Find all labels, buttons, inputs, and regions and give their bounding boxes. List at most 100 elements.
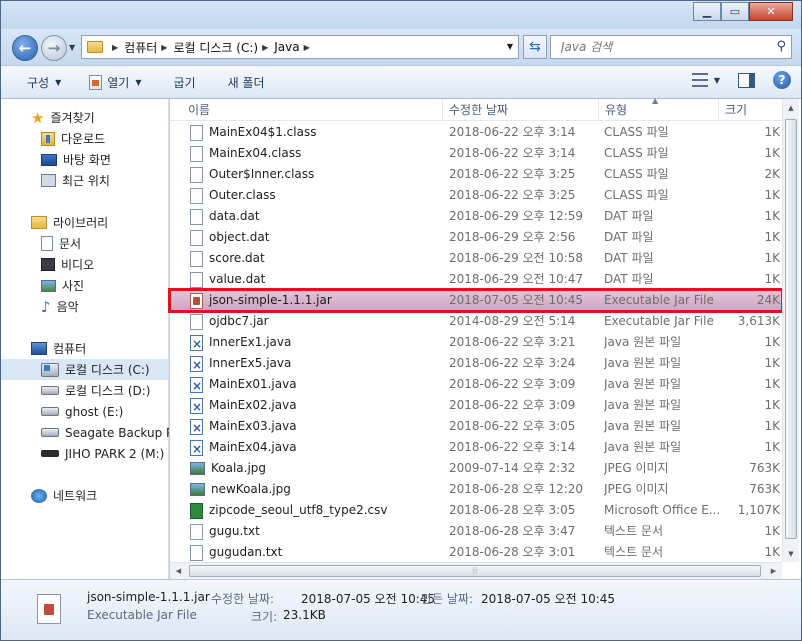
file-name-cell[interactable]: MainEx02.java xyxy=(190,395,438,416)
address-bar[interactable]: ▶ 컴퓨터 ▶ 로컬 디스크 (C:) ▶ Java ▶ ▼ xyxy=(81,35,519,59)
vertical-scrollbar[interactable]: ▲ ▼ xyxy=(782,99,799,562)
file-name-cell[interactable]: zipcode_seoul_utf8_type2.csv xyxy=(190,500,438,521)
burn-button[interactable]: 굽기 xyxy=(166,70,204,94)
nav-recent[interactable]: 최근 위치 xyxy=(1,170,169,191)
table-row[interactable]: MainEx04$1.class 2018-06-22 오후 3:14 CLASS … xyxy=(170,122,782,143)
horizontal-scrollbar[interactable]: ◀ ⦙⦙⦙ ▶ xyxy=(170,562,782,579)
view-dropdown[interactable]: ▼ xyxy=(714,76,720,85)
table-row[interactable]: score.dat 2018-06-29 오전 10:58 DAT 파일 1K xyxy=(170,248,782,269)
file-name-cell[interactable]: data.dat xyxy=(190,206,438,227)
table-row[interactable]: MainEx02.java 2018-06-22 오후 3:09 Java 원본 파… xyxy=(170,395,782,416)
file-name-cell[interactable]: ojdbc7.jar xyxy=(190,311,438,332)
table-row[interactable]: gugudan.txt 2018-06-28 오후 3:01 텍스트 문서 1K xyxy=(170,542,782,563)
file-name-cell[interactable]: InnerEx5.java xyxy=(190,353,438,374)
minimize-button[interactable]: ▁ xyxy=(693,2,721,21)
table-row[interactable]: zipcode_seoul_utf8_type2.csv 2018-06-28 오… xyxy=(170,500,782,521)
table-row[interactable]: value.dat 2018-06-29 오전 10:47 DAT 파일 1K xyxy=(170,269,782,290)
table-row[interactable]: MainEx01.java 2018-06-22 오후 3:09 Java 원본 파… xyxy=(170,374,782,395)
chevron-right-icon[interactable]: ▶ xyxy=(112,43,118,52)
maximize-button[interactable]: ▭ xyxy=(721,2,749,21)
organize-button[interactable]: 구성 ▼ xyxy=(19,70,69,94)
nav-favorites[interactable]: ★ 즐겨찾기 xyxy=(1,107,169,128)
column-header-size[interactable]: 크기 xyxy=(719,99,782,121)
table-row[interactable]: Outer$Inner.class 2018-06-22 오후 3:25 CLASS… xyxy=(170,164,782,185)
table-row[interactable]: ojdbc7.jar 2014-08-29 오전 5:14 Executable J… xyxy=(170,311,782,332)
file-name: score.dat xyxy=(209,251,265,265)
table-row[interactable]: InnerEx5.java 2018-06-22 오후 3:24 Java 원본 파… xyxy=(170,353,782,374)
chevron-right-icon[interactable]: ▶ xyxy=(304,43,310,52)
scroll-up-icon[interactable]: ▲ xyxy=(783,99,799,116)
breadcrumb-drive-c[interactable]: 로컬 디스크 (C:) ▶ xyxy=(173,39,274,56)
nav-drive-m[interactable]: JIHO PARK 2 (M:) xyxy=(1,443,169,464)
file-size: 1K xyxy=(764,377,780,391)
file-name-cell[interactable]: MainEx04.class xyxy=(190,143,438,164)
refresh-button[interactable]: ⇆ xyxy=(523,35,547,59)
file-name-cell[interactable]: MainEx04.java xyxy=(190,437,438,458)
file-name-cell[interactable]: gugu.txt xyxy=(190,521,438,542)
recent-pages-dropdown[interactable]: ▼ xyxy=(69,43,75,52)
hscroll-thumb[interactable]: ⦙⦙⦙ xyxy=(189,565,761,577)
table-row[interactable]: gugu.txt 2018-06-28 오후 3:47 텍스트 문서 1K xyxy=(170,521,782,542)
column-header-date[interactable]: 수정한 날짜 xyxy=(443,99,599,121)
address-dropdown[interactable]: ▼ xyxy=(507,42,513,51)
help-button[interactable]: ? xyxy=(773,71,791,89)
file-name-cell[interactable]: newKoala.jpg xyxy=(190,479,438,500)
table-row[interactable]: MainEx04.class 2018-06-22 오후 3:14 CLASS 파일… xyxy=(170,143,782,164)
file-name-cell[interactable]: MainEx04$1.class xyxy=(190,122,438,143)
file-size: 1K xyxy=(764,209,780,223)
scroll-thumb[interactable] xyxy=(785,119,797,539)
table-row[interactable]: json-simple-1.1.1.jar 2018-07-05 오전 10:45… xyxy=(168,288,784,313)
file-name-cell[interactable]: Outer$Inner.class xyxy=(190,164,438,185)
table-row[interactable]: Koala.jpg 2009-07-14 오후 2:32 JPEG 이미지 763K xyxy=(170,458,782,479)
nav-documents[interactable]: 문서 xyxy=(1,233,169,254)
table-row[interactable]: MainEx04.java 2018-06-22 오후 3:14 Java 원본 파… xyxy=(170,437,782,458)
close-button[interactable]: ✕ xyxy=(749,2,793,21)
chevron-right-icon[interactable]: ▶ xyxy=(161,43,167,52)
nav-videos[interactable]: 비디오 xyxy=(1,254,169,275)
file-name-cell[interactable]: score.dat xyxy=(190,248,438,269)
file-name-cell[interactable]: MainEx03.java xyxy=(190,416,438,437)
breadcrumb-computer[interactable]: 컴퓨터 ▶ xyxy=(124,39,173,56)
table-row[interactable]: InnerEx1.java 2018-06-22 오후 3:21 Java 원본 파… xyxy=(170,332,782,353)
nav-music[interactable]: ♪ 음악 xyxy=(1,296,169,317)
file-name-cell[interactable]: object.dat xyxy=(190,227,438,248)
new-folder-button[interactable]: 새 폴더 xyxy=(220,70,273,94)
search-icon[interactable]: ⚲ xyxy=(776,39,786,54)
file-name-cell[interactable]: InnerEx1.java xyxy=(190,332,438,353)
open-button[interactable]: 열기 ▼ xyxy=(81,70,149,94)
table-row[interactable]: data.dat 2018-06-29 오후 12:59 DAT 파일 1K xyxy=(170,206,782,227)
column-header-name[interactable]: 이름 xyxy=(182,99,443,121)
nav-desktop[interactable]: 바탕 화면 xyxy=(1,149,169,170)
file-name-cell[interactable]: MainEx01.java xyxy=(190,374,438,395)
nav-drive-c[interactable]: 로컬 디스크 (C:) xyxy=(1,359,169,380)
forward-button[interactable]: → xyxy=(41,35,67,61)
file-name-cell[interactable]: value.dat xyxy=(190,269,438,290)
nav-pictures[interactable]: 사진 xyxy=(1,275,169,296)
table-row[interactable]: Outer.class 2018-06-22 오후 3:25 CLASS 파일 1K xyxy=(170,185,782,206)
column-header-type[interactable]: 유형 xyxy=(599,99,719,121)
nav-drive-seagate[interactable]: Seagate Backup Plu xyxy=(1,422,169,443)
nav-network[interactable]: 네트워크 xyxy=(1,485,169,506)
search-input[interactable] xyxy=(561,40,761,54)
file-name-cell[interactable]: gugudan.txt xyxy=(190,542,438,563)
nav-libraries[interactable]: 라이브러리 xyxy=(1,212,169,233)
table-row[interactable]: MainEx03.java 2018-06-22 오후 3:05 Java 원본 파… xyxy=(170,416,782,437)
table-row[interactable]: object.dat 2018-06-29 오후 2:56 DAT 파일 1K xyxy=(170,227,782,248)
table-row[interactable]: newKoala.jpg 2018-06-28 오후 12:20 JPEG 이미지 7… xyxy=(170,479,782,500)
nav-drive-d[interactable]: 로컬 디스크 (D:) xyxy=(1,380,169,401)
view-options-icon[interactable] xyxy=(691,73,708,87)
file-name-cell[interactable]: Koala.jpg xyxy=(190,458,438,479)
file-name-cell[interactable]: Outer.class xyxy=(190,185,438,206)
scroll-left-icon[interactable]: ◀ xyxy=(170,563,187,579)
search-box[interactable]: ⚲ xyxy=(550,35,792,59)
back-button[interactable]: ← xyxy=(12,35,38,61)
breadcrumb-java[interactable]: Java ▶ xyxy=(274,40,316,54)
chevron-right-icon[interactable]: ▶ xyxy=(262,43,268,52)
nav-computer[interactable]: 컴퓨터 xyxy=(1,338,169,359)
nav-drive-e[interactable]: ghost (E:) xyxy=(1,401,169,422)
scroll-down-icon[interactable]: ▼ xyxy=(783,545,799,562)
nav-downloads[interactable]: 다운로드 xyxy=(1,128,169,149)
preview-pane-icon[interactable] xyxy=(738,72,755,88)
file-name-cell[interactable]: json-simple-1.1.1.jar xyxy=(190,290,438,311)
scroll-right-icon[interactable]: ▶ xyxy=(765,563,782,579)
